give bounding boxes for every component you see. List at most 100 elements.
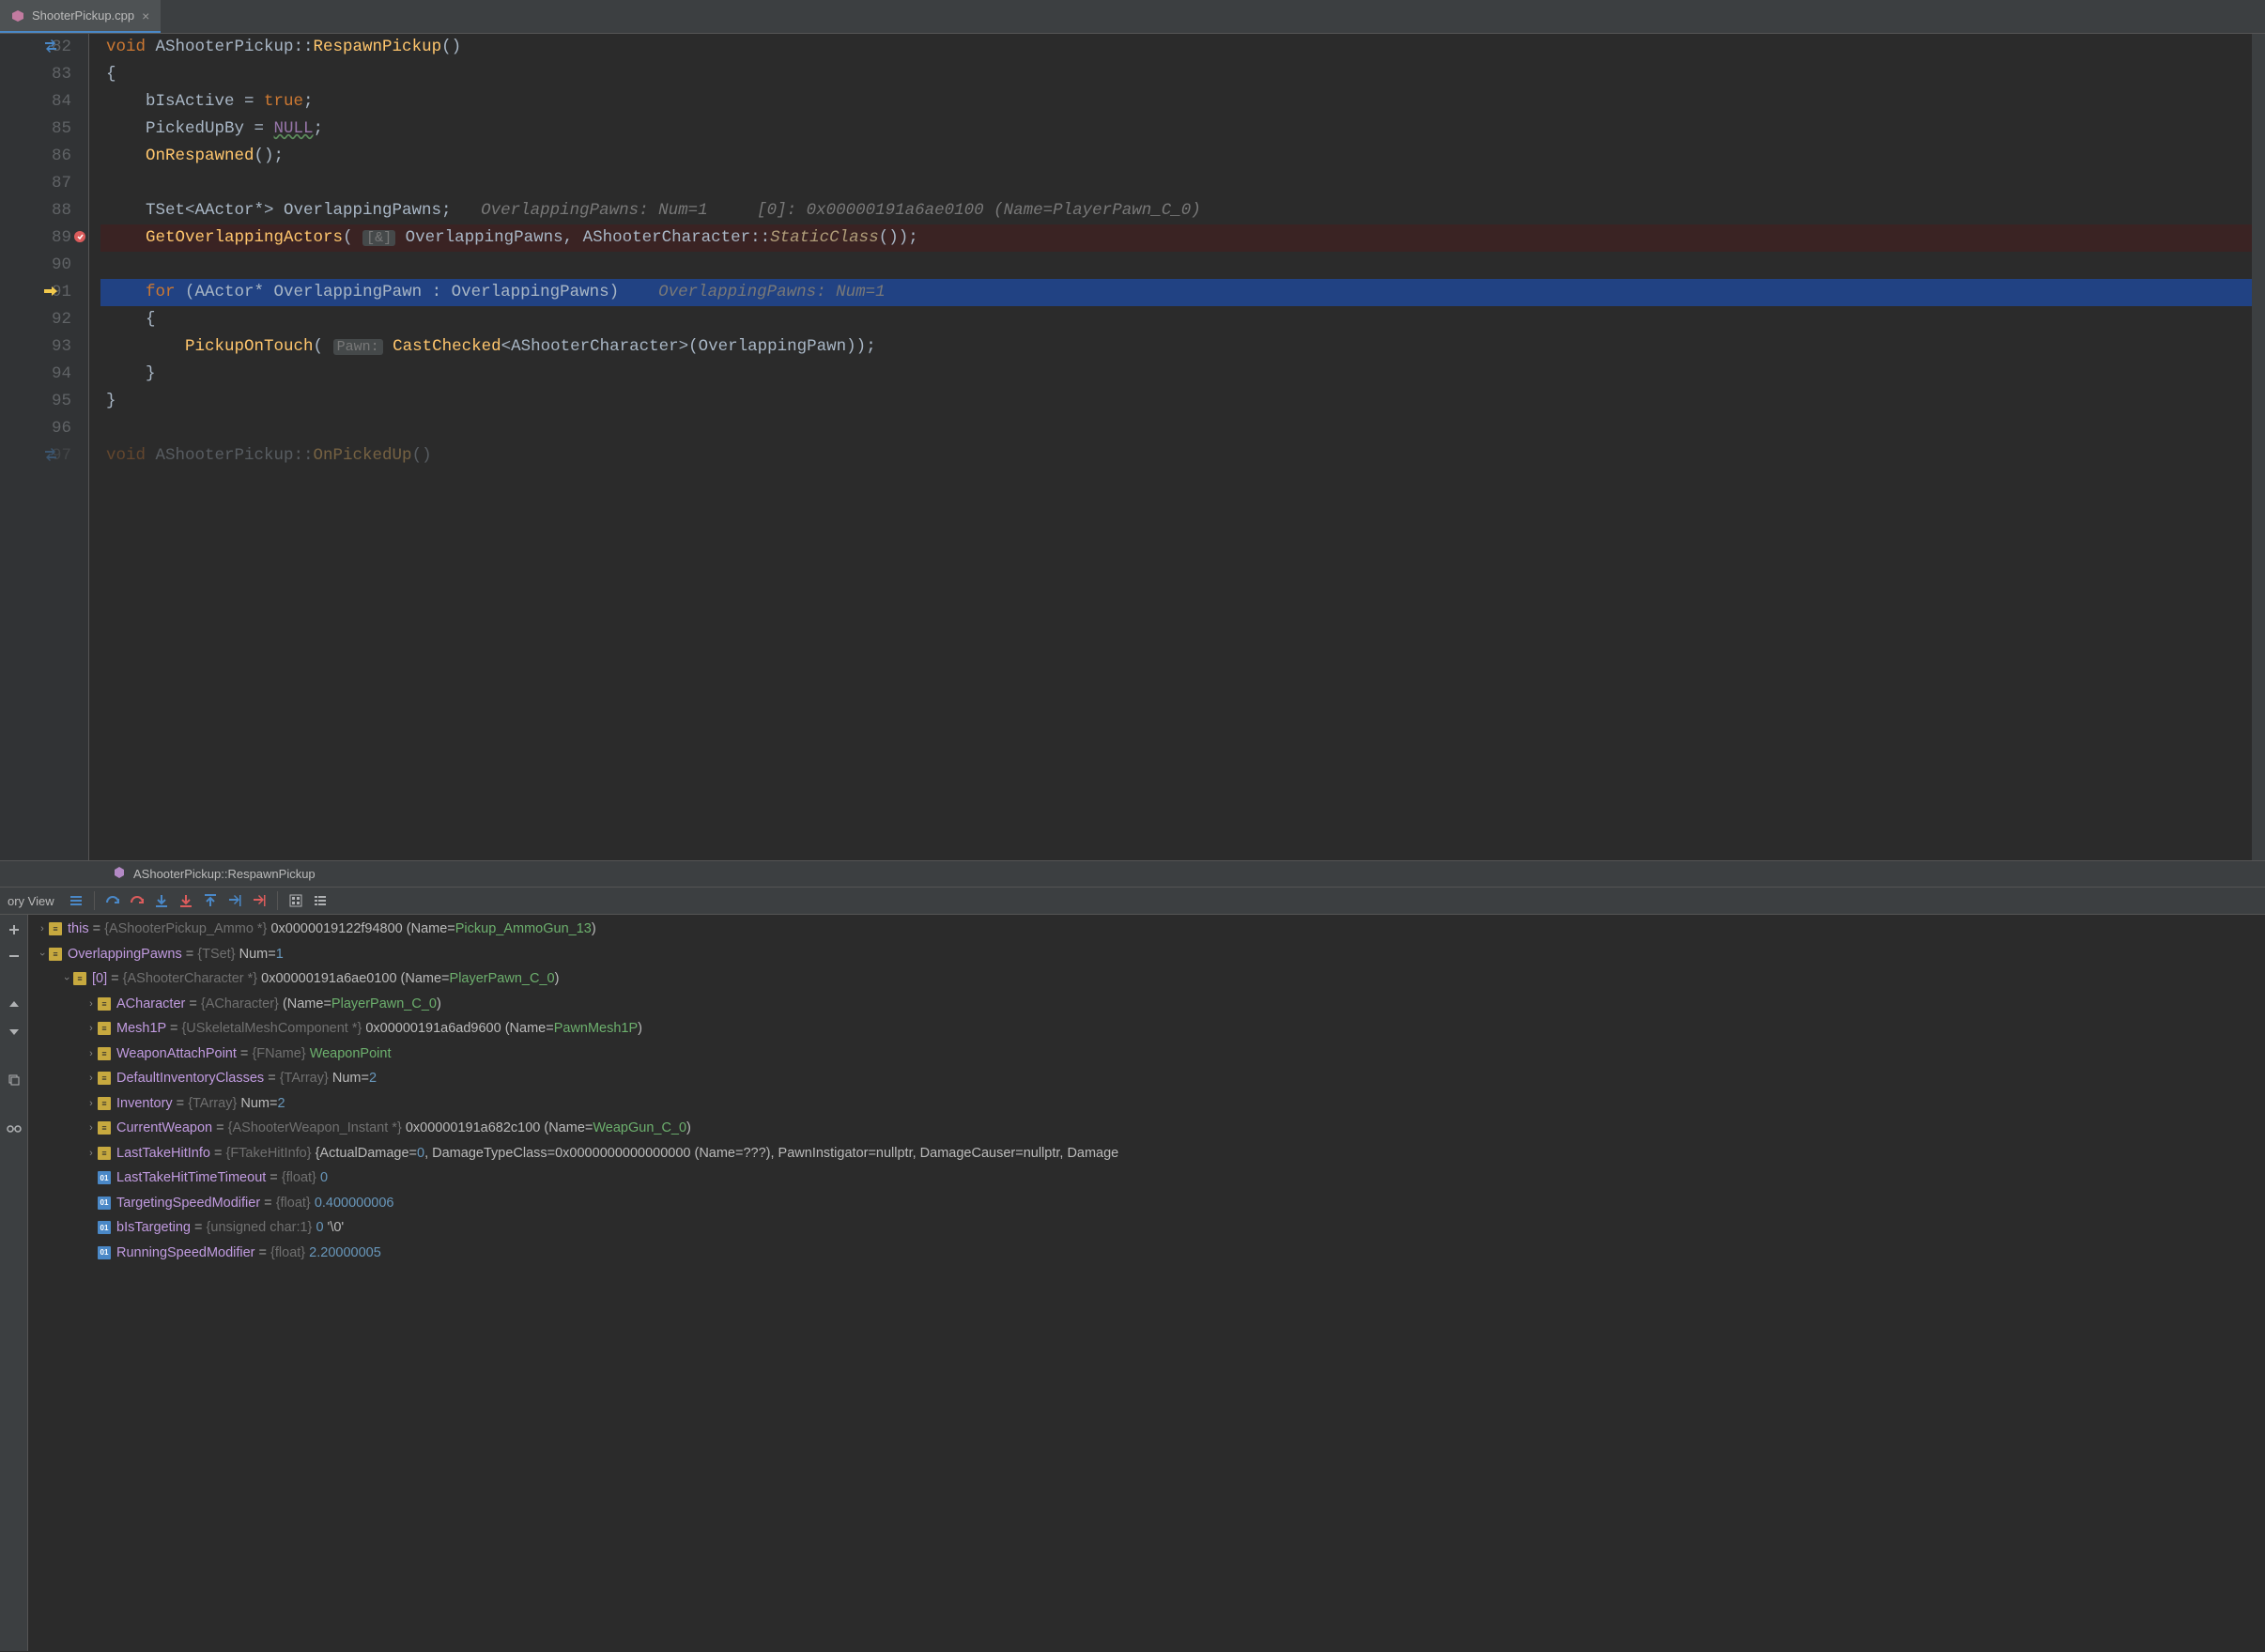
code-token: NULL [274, 119, 314, 138]
code-token: ()); [879, 228, 918, 247]
variable-row[interactable]: ›≡LastTakeHitInfo = {FTakeHitInfo} {Actu… [28, 1141, 2265, 1166]
variable-row[interactable]: ›≡WeaponAttachPoint = {FName} WeaponPoin… [28, 1042, 2265, 1067]
gutter: 82 83 84 85 86 87 88 89 90 91 92 93 94 9… [0, 34, 89, 860]
code-token: AShooterPickup:: [146, 446, 314, 465]
list-icon[interactable] [308, 888, 332, 913]
code-area[interactable]: void AShooterPickup::RespawnPickup() { b… [100, 34, 2265, 860]
down-arrow-icon[interactable] [3, 1020, 25, 1042]
step-down-icon[interactable] [149, 888, 174, 913]
code-token: void [106, 38, 146, 56]
code-editor: 82 83 84 85 86 87 88 89 90 91 92 93 94 9… [0, 34, 2265, 860]
variable-text: ACharacter = {ACharacter} (Name=PlayerPa… [116, 996, 441, 1011]
param-hint: Pawn: [333, 339, 383, 355]
code-token: PickedUpBy = [106, 119, 274, 138]
remove-icon[interactable] [3, 945, 25, 967]
code-token: CastChecked [393, 337, 501, 356]
primitive-icon: 01 [98, 1221, 111, 1234]
variable-text: LastTakeHitInfo = {FTakeHitInfo} {Actual… [116, 1146, 1118, 1161]
code-token: for [146, 283, 176, 301]
step-into-icon[interactable] [125, 888, 149, 913]
expand-arrow-icon[interactable]: › [85, 1098, 98, 1109]
add-icon[interactable] [3, 919, 25, 941]
code-token: RespawnPickup [314, 38, 442, 56]
variable-row[interactable]: 01LastTakeHitTimeTimeout = {float} 0 [28, 1166, 2265, 1191]
param-hint: [&] [362, 230, 395, 246]
variable-row[interactable]: ›≡OverlappingPawns = {TSet} Num=1 [28, 942, 2265, 967]
line-number: 86 [52, 147, 71, 165]
line-number: 88 [52, 201, 71, 220]
variable-text: this = {AShooterPickup_Ammo *} 0x0000019… [68, 921, 596, 936]
code-token: OnPickedUp [314, 446, 412, 465]
variable-row[interactable]: ›≡Inventory = {TArray} Num=2 [28, 1091, 2265, 1117]
line-number: 94 [52, 364, 71, 383]
stack-icon[interactable] [64, 888, 88, 913]
line-number: 85 [52, 119, 71, 138]
step-down-red-icon[interactable] [174, 888, 198, 913]
variable-text: CurrentWeapon = {AShooterWeapon_Instant … [116, 1120, 691, 1135]
line-number: 92 [52, 310, 71, 329]
variable-text: Inventory = {TArray} Num=2 [116, 1096, 285, 1111]
variable-row[interactable]: 01RunningSpeedModifier = {float} 2.20000… [28, 1241, 2265, 1266]
expand-arrow-icon[interactable]: › [36, 923, 49, 934]
calculator-icon[interactable] [284, 888, 308, 913]
expand-arrow-icon[interactable]: › [36, 949, 49, 960]
variable-text: bIsTargeting = {unsigned char:1} 0 '\0' [116, 1220, 344, 1235]
code-token [106, 337, 185, 356]
code-token: ( [343, 228, 362, 247]
fold-column [89, 34, 100, 860]
copy-icon[interactable] [3, 1069, 25, 1091]
tab-bar: ShooterPickup.cpp × [0, 0, 2265, 34]
line-number: 95 [52, 392, 71, 410]
debug-toolbar: ory View [0, 887, 2265, 915]
expand-arrow-icon[interactable]: › [85, 1148, 98, 1159]
variable-row[interactable]: ›≡this = {AShooterPickup_Ammo *} 0x00000… [28, 917, 2265, 942]
variable-text: LastTakeHitTimeTimeout = {float} 0 [116, 1170, 328, 1185]
expand-arrow-icon[interactable]: › [85, 1122, 98, 1134]
run-to-cursor-icon[interactable] [223, 888, 247, 913]
breadcrumb-text[interactable]: AShooterPickup::RespawnPickup [133, 867, 316, 881]
close-icon[interactable]: × [142, 8, 149, 23]
expand-arrow-icon[interactable]: › [60, 973, 73, 984]
tab-label: ShooterPickup.cpp [32, 8, 134, 23]
object-icon: ≡ [98, 1121, 111, 1135]
variable-row[interactable]: ›≡DefaultInventoryClasses = {TArray} Num… [28, 1066, 2265, 1091]
variable-tree[interactable]: ›≡this = {AShooterPickup_Ammo *} 0x00000… [28, 915, 2265, 1651]
debug-panel: ›≡this = {AShooterPickup_Ammo *} 0x00000… [0, 915, 2265, 1651]
object-icon: ≡ [73, 972, 86, 985]
variable-row[interactable]: ›≡Mesh1P = {USkeletalMeshComponent *} 0x… [28, 1016, 2265, 1042]
line-number: 83 [52, 65, 71, 84]
file-tab[interactable]: ShooterPickup.cpp × [0, 0, 161, 33]
variable-row[interactable]: 01TargetingSpeedModifier = {float} 0.400… [28, 1191, 2265, 1216]
variable-row[interactable]: ›≡ CurrentWeapon = {AShooterWeapon_Instan… [28, 1116, 2265, 1141]
expand-arrow-icon[interactable]: › [85, 1023, 98, 1034]
function-icon [113, 866, 126, 882]
expand-arrow-icon[interactable]: › [85, 1048, 98, 1059]
code-token: ; [303, 92, 314, 111]
step-over-icon[interactable] [100, 888, 125, 913]
code-token: OnRespawned [146, 147, 254, 165]
editor-scrollbar[interactable] [2252, 34, 2265, 860]
variable-row[interactable]: 01 bIsTargeting = {unsigned char:1} 0 '\0… [28, 1215, 2265, 1241]
run-to-cursor-red-icon[interactable] [247, 888, 271, 913]
code-token: true [264, 92, 303, 111]
code-token: TSet<AActor*> OverlappingPawns; [106, 201, 481, 220]
code-token: () [441, 38, 461, 56]
code-token: StaticClass [770, 228, 879, 247]
expand-arrow-icon[interactable]: › [85, 998, 98, 1010]
swap-icon [43, 39, 58, 53]
object-icon: ≡ [98, 1047, 111, 1060]
line-number: 87 [52, 174, 71, 193]
glasses-icon[interactable] [3, 1118, 25, 1140]
expand-arrow-icon[interactable]: › [85, 1073, 98, 1084]
code-token: { [106, 65, 116, 84]
debug-sidebar [0, 915, 28, 1651]
breakpoint-icon[interactable] [73, 230, 86, 243]
code-token [106, 283, 146, 301]
code-token: } [106, 364, 156, 383]
variable-row[interactable]: ›≡[0] = {AShooterCharacter *} 0x00000191… [28, 966, 2265, 992]
up-arrow-icon[interactable] [3, 994, 25, 1016]
step-out-icon[interactable] [198, 888, 223, 913]
code-token: OverlappingPawns, AShooterCharacter:: [395, 228, 770, 247]
code-token: } [106, 392, 116, 410]
variable-row[interactable]: ›≡ACharacter = {ACharacter} (Name=Player… [28, 992, 2265, 1017]
